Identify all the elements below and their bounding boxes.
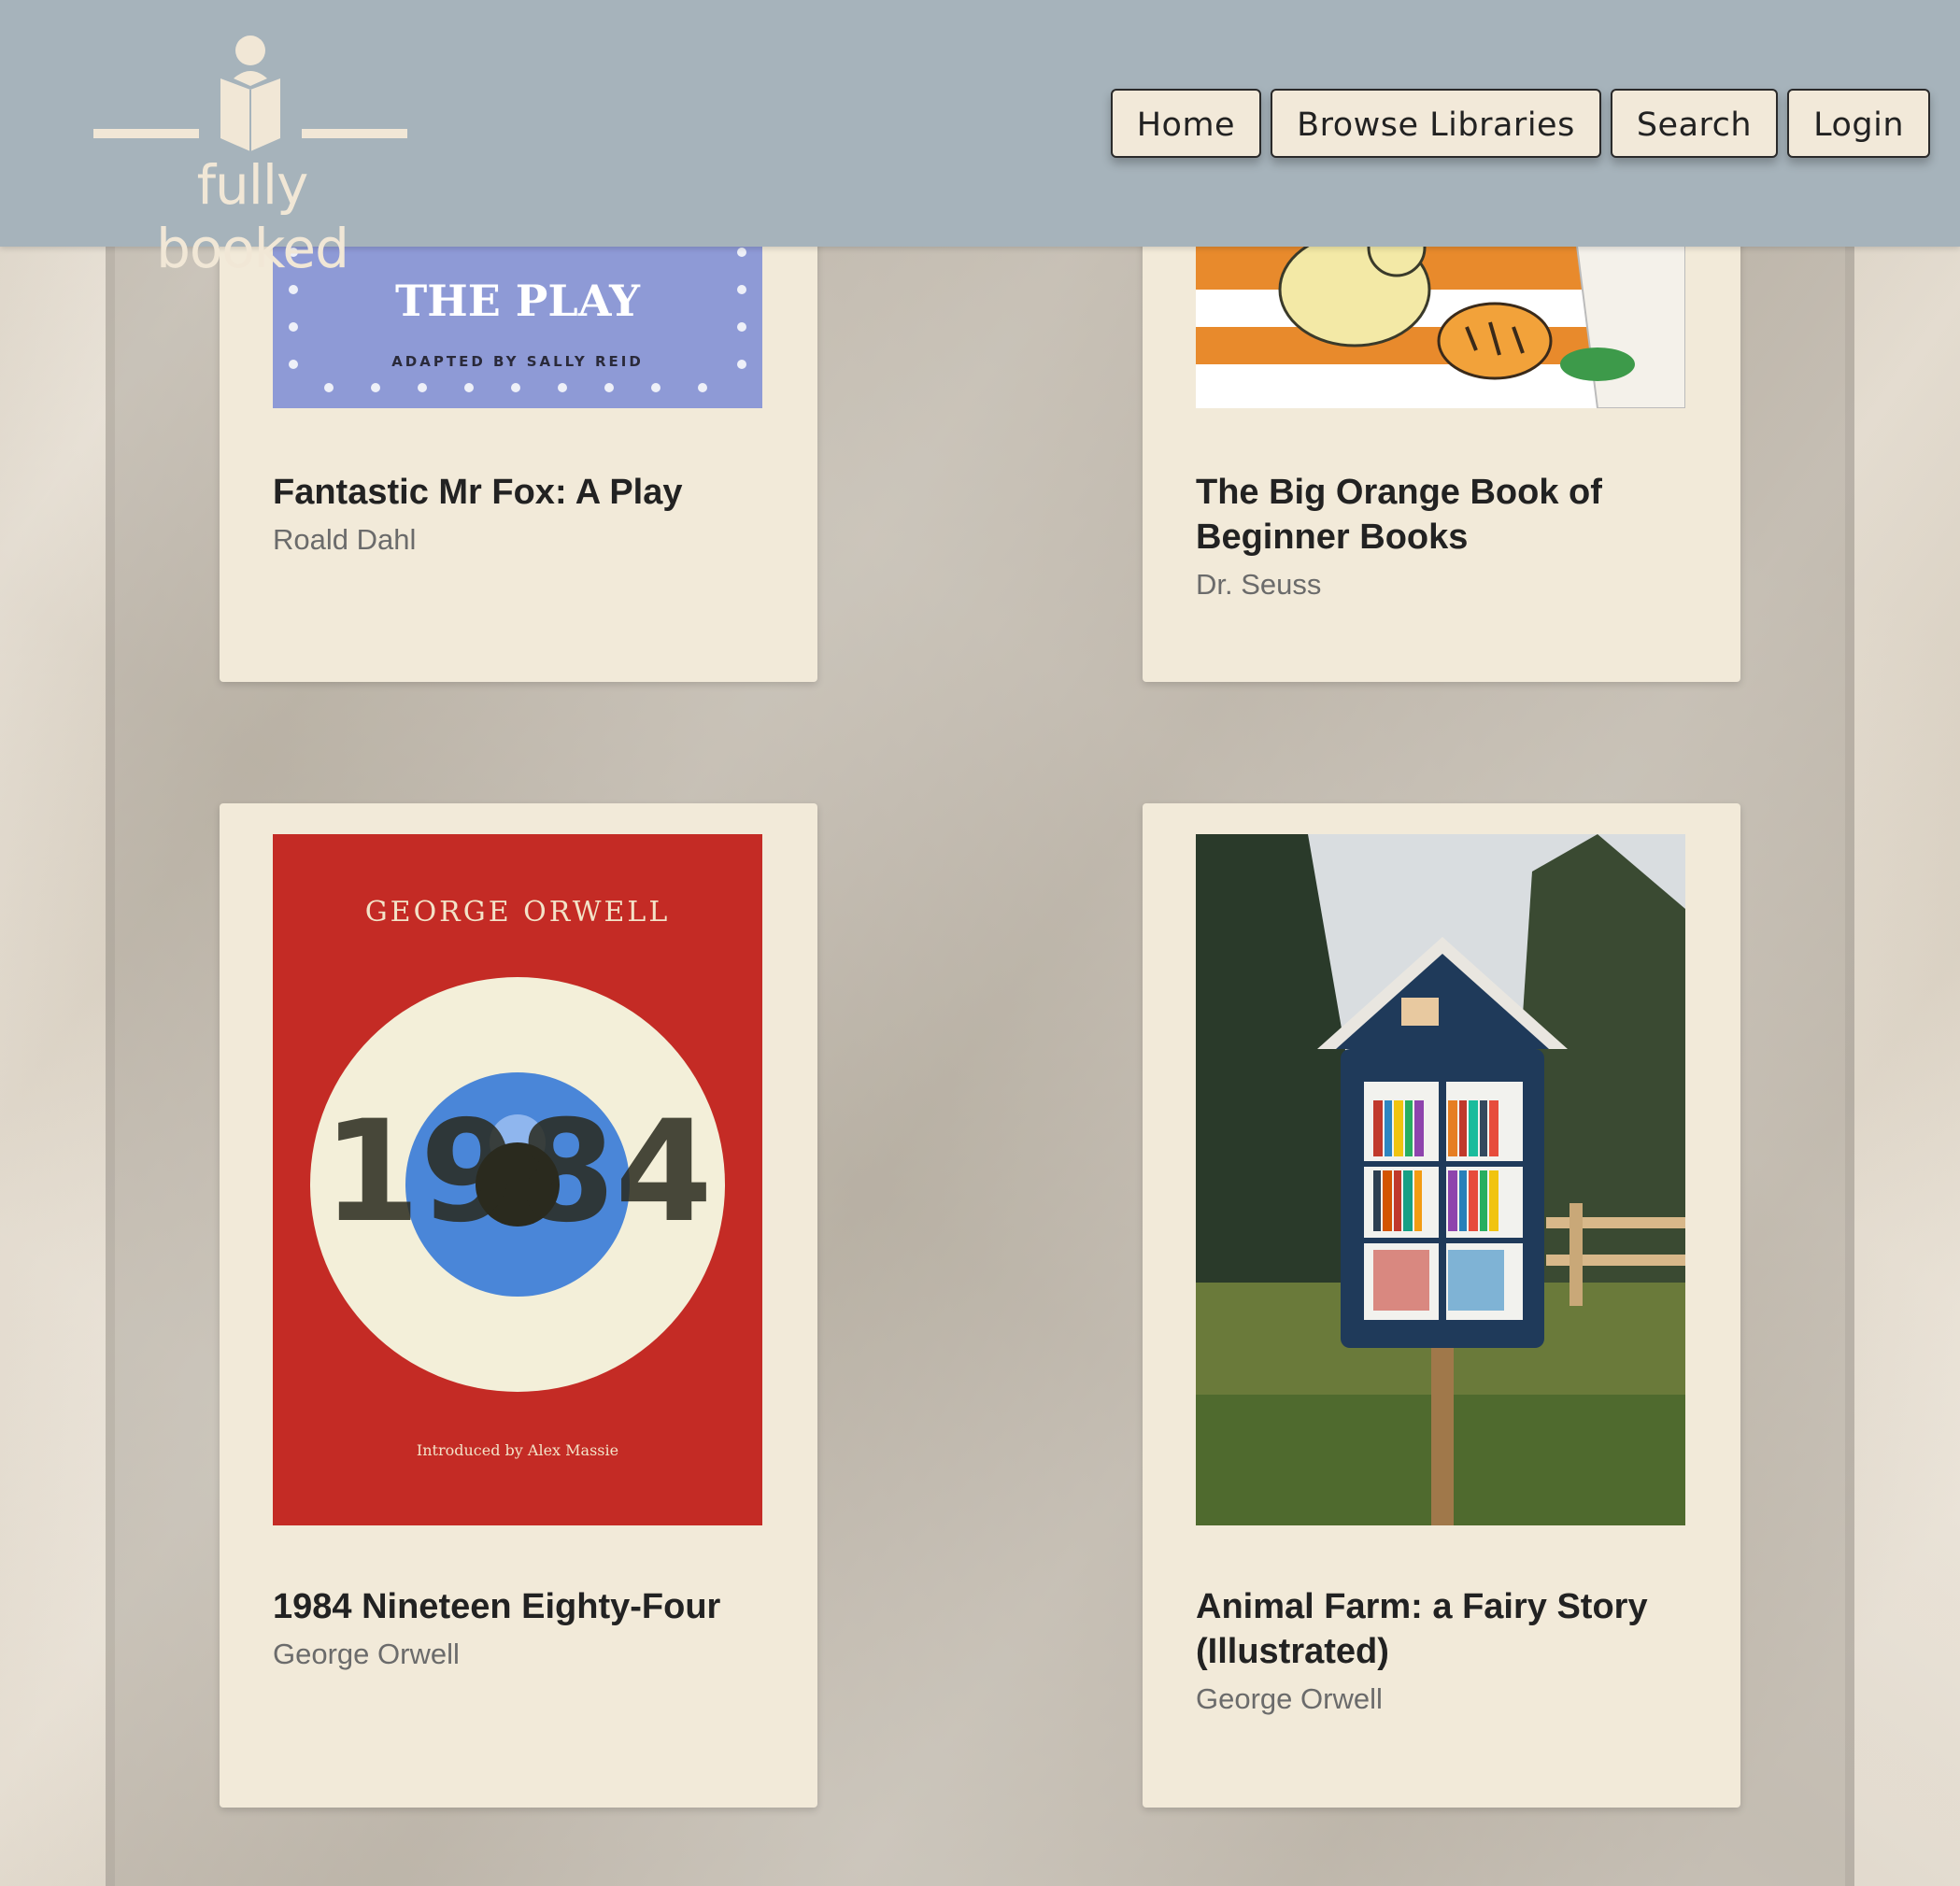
- book-card[interactable]: 1984 GEORGE ORWELL Introduced by Alex Ma…: [220, 803, 817, 1808]
- book-author: George Orwell: [1196, 1682, 1383, 1715]
- book-title[interactable]: 1984 Nineteen Eighty-Four: [273, 1584, 777, 1629]
- book-cover[interactable]: 1984 GEORGE ORWELL Introduced by Alex Ma…: [273, 834, 762, 1525]
- main-nav: Home Browse Libraries Search Login: [1110, 89, 1930, 158]
- cover-subtitle: ADAPTED BY SALLY REID: [391, 353, 644, 370]
- book-author: George Orwell: [273, 1638, 460, 1670]
- cover-author: GEORGE ORWELL: [365, 896, 671, 929]
- book-title[interactable]: Animal Farm: a Fairy Story (Illustrated): [1196, 1584, 1700, 1674]
- nav-home-button[interactable]: Home: [1110, 89, 1262, 158]
- book-author: Dr. Seuss: [1196, 568, 1322, 601]
- cover-title: THE PLAY: [395, 276, 641, 326]
- book-cover[interactable]: [1196, 834, 1685, 1525]
- book-title[interactable]: The Big Orange Book of Beginner Books: [1196, 470, 1700, 560]
- cover-number: 1984: [322, 1091, 712, 1254]
- book-title[interactable]: Fantastic Mr Fox: A Play: [273, 470, 777, 515]
- logo-text: fully booked: [156, 153, 349, 280]
- reading-person-icon: [93, 35, 407, 151]
- book-author: Roald Dahl: [273, 523, 417, 556]
- cover-intro: Introduced by Alex Massie: [417, 1441, 618, 1459]
- site-header: fully booked Home Browse Libraries Searc…: [0, 0, 1960, 280]
- book-card[interactable]: Animal Farm: a Fairy Story (Illustrated)…: [1143, 803, 1740, 1808]
- nav-browse-libraries-button[interactable]: Browse Libraries: [1271, 89, 1601, 158]
- nav-login-button[interactable]: Login: [1787, 89, 1930, 158]
- logo[interactable]: fully booked: [93, 32, 411, 280]
- nav-search-button[interactable]: Search: [1610, 89, 1779, 158]
